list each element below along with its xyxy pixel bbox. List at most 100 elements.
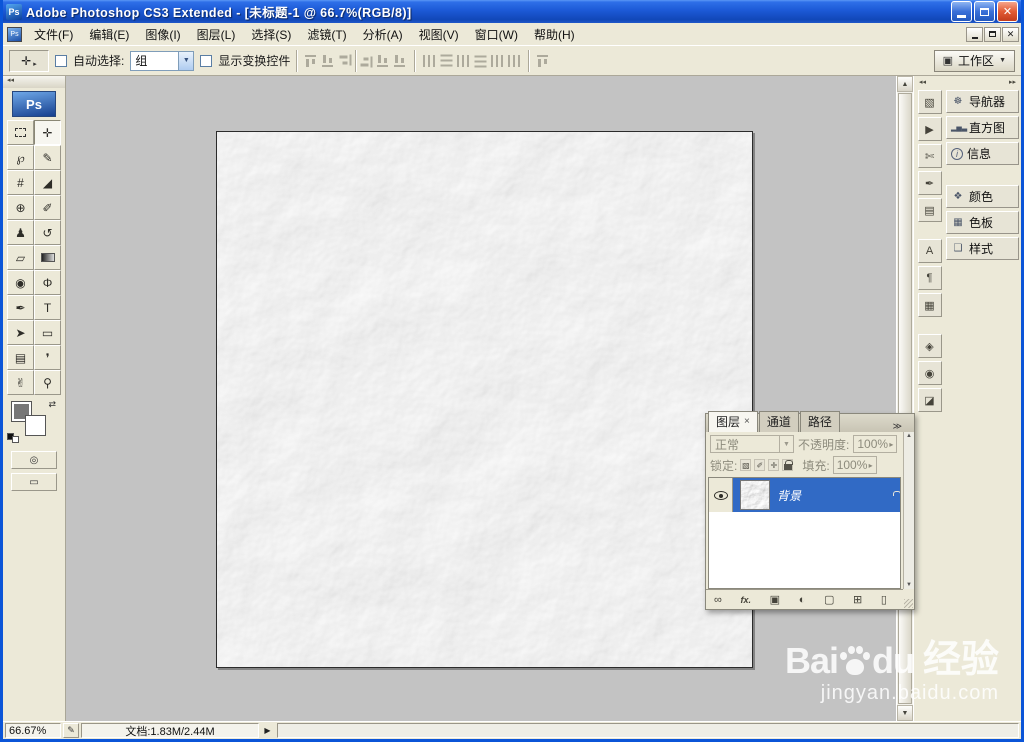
- dock-paragraph-icon[interactable]: ¶: [917, 266, 942, 290]
- align-top-icon[interactable]: [304, 52, 320, 69]
- tool-history-brush[interactable]: ↺: [34, 220, 61, 245]
- screen-mode-button[interactable]: ▭: [11, 473, 57, 491]
- align-right-icon[interactable]: [376, 52, 392, 69]
- lock-pixels-icon[interactable]: ✐: [754, 459, 766, 471]
- tool-blur[interactable]: ◉: [7, 270, 34, 295]
- tool-quick-select[interactable]: ✎: [34, 145, 61, 170]
- dock-layer-comps-icon[interactable]: ▤: [917, 198, 942, 222]
- auto-select-checkbox[interactable]: [55, 54, 67, 67]
- dock-actions-icon[interactable]: ▶: [917, 117, 942, 141]
- dock-masks-icon[interactable]: ◪: [917, 388, 942, 412]
- menu-analysis[interactable]: 分析(A): [355, 23, 411, 46]
- panel-button-color[interactable]: ❖ 颜色: [946, 185, 1019, 208]
- adjustment-layer-icon[interactable]: ◐: [799, 594, 806, 606]
- menu-help[interactable]: 帮助(H): [526, 23, 583, 46]
- background-color-swatch[interactable]: [25, 415, 46, 436]
- distribute-left-icon[interactable]: [472, 53, 489, 68]
- align-hcenter-icon[interactable]: [358, 53, 375, 68]
- distribute-right-icon[interactable]: [507, 52, 523, 69]
- doc-close-button[interactable]: ✕: [1002, 26, 1019, 42]
- align-left-icon[interactable]: [337, 53, 354, 68]
- dock-presets-icon[interactable]: ◈: [917, 334, 942, 358]
- auto-align-layers-icon[interactable]: [536, 52, 552, 69]
- fill-field[interactable]: 100% ▸: [832, 456, 877, 474]
- new-group-icon[interactable]: ▢: [824, 593, 834, 606]
- blend-mode-dropdown[interactable]: 正常 ▼: [710, 435, 794, 453]
- zoom-level-field[interactable]: 66.67%: [5, 723, 61, 738]
- layer-name[interactable]: 背景: [777, 487, 892, 504]
- scroll-up-button[interactable]: ▲: [897, 76, 913, 92]
- dock-collapse-icon[interactable]: ◂◂: [919, 78, 926, 90]
- tool-zoom[interactable]: ⚲: [34, 370, 61, 395]
- visibility-toggle[interactable]: [709, 478, 733, 512]
- tool-healing-brush[interactable]: ⊕: [7, 195, 34, 220]
- panel-button-info[interactable]: i 信息: [946, 142, 1019, 165]
- dock-character-icon[interactable]: A: [917, 239, 942, 263]
- distribute-hcenter-icon[interactable]: [490, 52, 506, 69]
- panel-scroll-down-icon[interactable]: ▼: [906, 582, 912, 588]
- tool-slice[interactable]: ◢: [34, 170, 61, 195]
- menu-window[interactable]: 窗口(W): [467, 23, 526, 46]
- tool-brush[interactable]: ✐: [34, 195, 61, 220]
- distribute-top-icon[interactable]: [422, 52, 438, 69]
- workspace-button[interactable]: ▣ 工作区 ▼: [933, 49, 1015, 72]
- tool-hand[interactable]: ✌: [7, 370, 34, 395]
- quick-mask-button[interactable]: ◎: [11, 451, 57, 469]
- tab-channels[interactable]: 通道: [758, 411, 799, 432]
- tool-lasso[interactable]: ℘: [7, 145, 34, 170]
- dock-swatch-icon[interactable]: ▦: [917, 293, 942, 317]
- tool-path-select[interactable]: ➤: [7, 320, 34, 345]
- tool-shape[interactable]: ▭: [34, 320, 61, 345]
- panel-menu-icon[interactable]: ≫: [893, 421, 902, 432]
- minimize-button[interactable]: [951, 1, 972, 22]
- horizontal-scroll-track[interactable]: [277, 723, 1019, 738]
- panel-scroll-up-icon[interactable]: ▲: [906, 433, 912, 439]
- dock-pen-icon[interactable]: ✒: [917, 171, 942, 195]
- tool-type[interactable]: T: [34, 295, 61, 320]
- panel-button-styles[interactable]: ❑ 样式: [946, 237, 1019, 260]
- dropdown-arrow-icon[interactable]: ▼: [178, 51, 194, 70]
- tool-notes[interactable]: ▤: [7, 345, 34, 370]
- layer-thumbnail[interactable]: [740, 480, 770, 510]
- tool-move[interactable]: ✛: [34, 120, 61, 145]
- doc-restore-button[interactable]: [984, 26, 1001, 42]
- lock-transparency-icon[interactable]: ▧: [740, 459, 752, 471]
- close-button[interactable]: ✕: [997, 1, 1018, 22]
- opacity-field[interactable]: 100% ▸: [853, 435, 898, 453]
- doc-minimize-button[interactable]: [966, 26, 983, 42]
- tool-gradient[interactable]: [34, 245, 61, 270]
- tab-paths[interactable]: 路径: [799, 411, 840, 432]
- status-tool-icon[interactable]: ✎: [63, 723, 79, 738]
- auto-select-dropdown[interactable]: 组 ▼: [130, 50, 195, 71]
- distribute-bottom-icon[interactable]: [456, 52, 472, 69]
- lock-position-icon[interactable]: ✛: [768, 459, 780, 471]
- dock-slice-icon[interactable]: ✄: [917, 144, 942, 168]
- vertical-scrollbar[interactable]: ▲ ▼: [896, 76, 913, 721]
- align-vcenter-icon[interactable]: [321, 52, 337, 69]
- link-layers-icon[interactable]: ∞: [714, 594, 722, 606]
- dock-sphere-icon[interactable]: ◉: [917, 361, 942, 385]
- add-mask-icon[interactable]: ▣: [770, 593, 780, 606]
- panel-button-navigator[interactable]: ☸ 导航器: [946, 90, 1019, 113]
- tool-rect-marquee[interactable]: [7, 120, 34, 145]
- layer-style-icon[interactable]: fx.: [740, 595, 751, 605]
- status-menu-icon[interactable]: ▶: [260, 723, 275, 738]
- panel-button-swatches[interactable]: ▦ 色板: [946, 211, 1019, 234]
- swap-colors-icon[interactable]: ⇄: [48, 399, 56, 410]
- align-bottom-icon[interactable]: [393, 52, 409, 69]
- delete-layer-icon[interactable]: ▯: [881, 593, 887, 606]
- menu-view[interactable]: 视图(V): [411, 23, 467, 46]
- tool-eyedropper[interactable]: ❜: [34, 345, 61, 370]
- default-colors-icon[interactable]: [7, 433, 19, 443]
- toolbox-collapse-icon[interactable]: ◂◂: [3, 76, 65, 88]
- restore-button[interactable]: [974, 1, 995, 22]
- show-transform-checkbox[interactable]: [200, 54, 213, 67]
- tool-crop[interactable]: #: [7, 170, 34, 195]
- tool-eraser[interactable]: ▱: [7, 245, 34, 270]
- document-canvas[interactable]: [216, 131, 753, 668]
- menu-image[interactable]: 图像(I): [137, 23, 188, 46]
- new-layer-icon[interactable]: ⊞: [853, 593, 862, 606]
- panel-scrollbar[interactable]: ▲ ▼: [903, 432, 914, 589]
- dock-expand-icon[interactable]: ▸▸: [1009, 78, 1016, 90]
- menu-filter[interactable]: 滤镜(T): [299, 23, 354, 46]
